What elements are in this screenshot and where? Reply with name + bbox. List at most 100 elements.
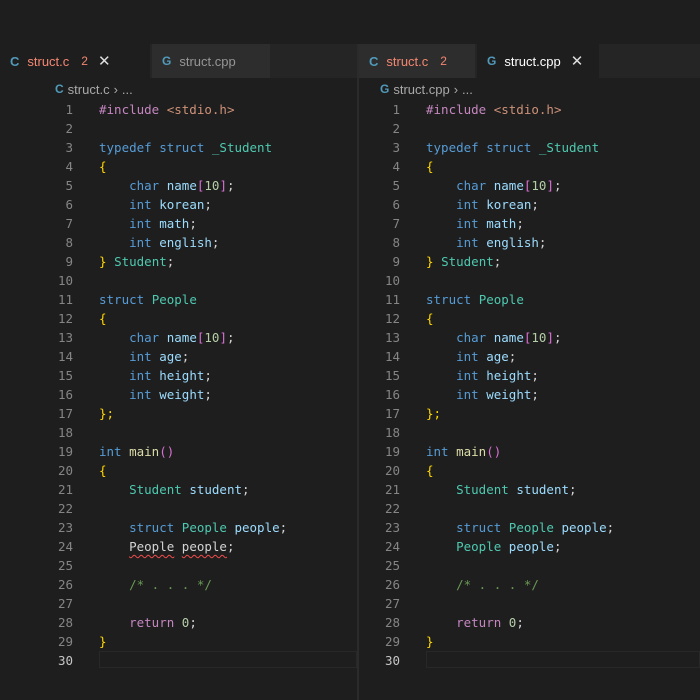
line-number: 29 bbox=[384, 634, 400, 649]
code-line[interactable]: 24 People people; bbox=[359, 537, 700, 556]
code-line[interactable]: 3 typedef struct _Student bbox=[359, 138, 700, 157]
code-line[interactable]: 8 int english; bbox=[0, 233, 357, 252]
tab-struct-cpp[interactable]: G struct.cpp bbox=[152, 44, 270, 78]
code-line[interactable]: 1 #include <stdio.h> bbox=[359, 100, 700, 119]
code-line[interactable]: 9} Student; bbox=[359, 252, 700, 271]
code-line[interactable]: 10 bbox=[0, 271, 357, 290]
code-token: struct bbox=[159, 140, 212, 155]
problems-badge: 2 bbox=[440, 54, 447, 68]
line-number: 19 bbox=[57, 444, 73, 459]
breadcrumb-symbol[interactable]: ... bbox=[462, 82, 473, 97]
code-line[interactable]: 14 int age; bbox=[359, 347, 700, 366]
close-icon[interactable]: ✕ bbox=[98, 52, 111, 70]
line-number: 10 bbox=[384, 273, 400, 288]
code-line[interactable]: 26 /* . . . */ bbox=[359, 575, 700, 594]
breadcrumb-symbol[interactable]: ... bbox=[122, 82, 133, 97]
code-line[interactable]: 6 int korean; bbox=[0, 195, 357, 214]
code-line[interactable]: 2 bbox=[359, 119, 700, 138]
code-line[interactable]: 16 int weight; bbox=[359, 385, 700, 404]
code-line[interactable]: 9} Student; bbox=[0, 252, 357, 271]
code-line[interactable]: 15 int height; bbox=[0, 366, 357, 385]
code-line[interactable]: 30 bbox=[0, 651, 357, 670]
code-line[interactable]: 20 { bbox=[0, 461, 357, 480]
code-line[interactable]: 12 { bbox=[359, 309, 700, 328]
code-line[interactable]: 18 bbox=[0, 423, 357, 442]
code-line[interactable]: 20 { bbox=[359, 461, 700, 480]
code-line[interactable]: 4{ bbox=[0, 157, 357, 176]
code-line[interactable]: 17}; bbox=[0, 404, 357, 423]
code-line[interactable]: 13 char name[10]; bbox=[0, 328, 357, 347]
code-line[interactable]: 5 char name[10]; bbox=[359, 176, 700, 195]
code-line[interactable]: 23 struct People people; bbox=[359, 518, 700, 537]
code-line[interactable]: 18 bbox=[359, 423, 700, 442]
code-token: name bbox=[493, 330, 524, 345]
code-line[interactable]: 10 bbox=[359, 271, 700, 290]
code-line[interactable]: 24 People people; bbox=[0, 537, 357, 556]
code-token: weight bbox=[486, 387, 532, 402]
code-line[interactable]: 3 typedef struct _Student bbox=[0, 138, 357, 157]
code-token: ; bbox=[211, 235, 220, 250]
tab-label: struct.cpp bbox=[179, 53, 236, 69]
line-code: struct People people; bbox=[99, 518, 287, 537]
line-number: 5 bbox=[392, 178, 400, 193]
code-line[interactable]: 29} bbox=[0, 632, 357, 651]
code-editor[interactable]: 1 #include <stdio.h> 2 3 typedef struct _Stu… bbox=[0, 100, 357, 700]
code-line[interactable]: 13 char name[10]; bbox=[359, 328, 700, 347]
current-line-highlight bbox=[99, 651, 357, 668]
breadcrumb-file[interactable]: struct.cpp bbox=[393, 82, 449, 97]
code-line[interactable]: 14 int age; bbox=[0, 347, 357, 366]
code-line[interactable]: 6 int korean; bbox=[359, 195, 700, 214]
code-line[interactable]: 19 int main() bbox=[0, 442, 357, 461]
code-token: ] bbox=[546, 178, 554, 193]
code-token: name bbox=[166, 330, 197, 345]
code-token: ; bbox=[553, 178, 562, 193]
line-code: int main() bbox=[99, 442, 174, 461]
code-editor[interactable]: 1 #include <stdio.h> 2 3 typedef struct _Stu… bbox=[359, 100, 700, 700]
code-line[interactable]: 2 bbox=[0, 119, 357, 138]
code-line[interactable]: 29} bbox=[359, 632, 700, 651]
code-line[interactable]: 7 int math; bbox=[0, 214, 357, 233]
code-line[interactable]: 21 Student student; bbox=[359, 480, 700, 499]
code-line[interactable]: 28 return 0; bbox=[359, 613, 700, 632]
code-line[interactable]: 22 bbox=[0, 499, 357, 518]
code-token: char bbox=[129, 330, 167, 345]
code-line[interactable]: 22 bbox=[359, 499, 700, 518]
code-line[interactable]: 11 struct People bbox=[0, 290, 357, 309]
code-line[interactable]: 28 return 0; bbox=[0, 613, 357, 632]
close-icon[interactable]: ✕ bbox=[571, 52, 584, 70]
code-line[interactable]: 12 { bbox=[0, 309, 357, 328]
code-line[interactable]: 1 #include <stdio.h> bbox=[0, 100, 357, 119]
tab-struct-c[interactable]: C struct.c 2 bbox=[359, 44, 475, 78]
code-token: korean bbox=[159, 197, 205, 212]
code-line[interactable]: 19 int main() bbox=[359, 442, 700, 461]
code-line[interactable]: 27 bbox=[359, 594, 700, 613]
breadcrumb-file[interactable]: struct.c bbox=[68, 82, 110, 97]
code-line[interactable]: 25 bbox=[359, 556, 700, 575]
code-line[interactable]: 26 /* . . . */ bbox=[0, 575, 357, 594]
code-line[interactable]: 7 int math; bbox=[359, 214, 700, 233]
code-line[interactable]: 4{ bbox=[359, 157, 700, 176]
code-line[interactable]: 11 struct People bbox=[359, 290, 700, 309]
tab-struct-cpp[interactable]: G struct.cpp ✕ bbox=[477, 44, 599, 78]
code-token: 10 bbox=[204, 178, 220, 193]
code-line[interactable]: 17}; bbox=[359, 404, 700, 423]
code-line[interactable]: 27 bbox=[0, 594, 357, 613]
tab-struct-c[interactable]: C struct.c 2 ✕ bbox=[0, 44, 150, 78]
line-number: 11 bbox=[57, 292, 73, 307]
line-number: 13 bbox=[384, 330, 400, 345]
code-line[interactable]: 21 Student student; bbox=[0, 480, 357, 499]
code-line[interactable]: 8 int english; bbox=[359, 233, 700, 252]
code-token: People bbox=[508, 520, 562, 535]
code-token: struct bbox=[129, 520, 182, 535]
code-line[interactable]: 25 bbox=[0, 556, 357, 575]
code-token: ; bbox=[204, 197, 212, 212]
code-line[interactable]: 16 int weight; bbox=[0, 385, 357, 404]
code-line[interactable]: 5 char name[10]; bbox=[0, 176, 357, 195]
code-line[interactable]: 23 struct People people; bbox=[0, 518, 357, 537]
code-line[interactable]: 30 bbox=[359, 651, 700, 670]
code-token: people bbox=[234, 520, 280, 535]
code-line[interactable]: 15 int height; bbox=[359, 366, 700, 385]
